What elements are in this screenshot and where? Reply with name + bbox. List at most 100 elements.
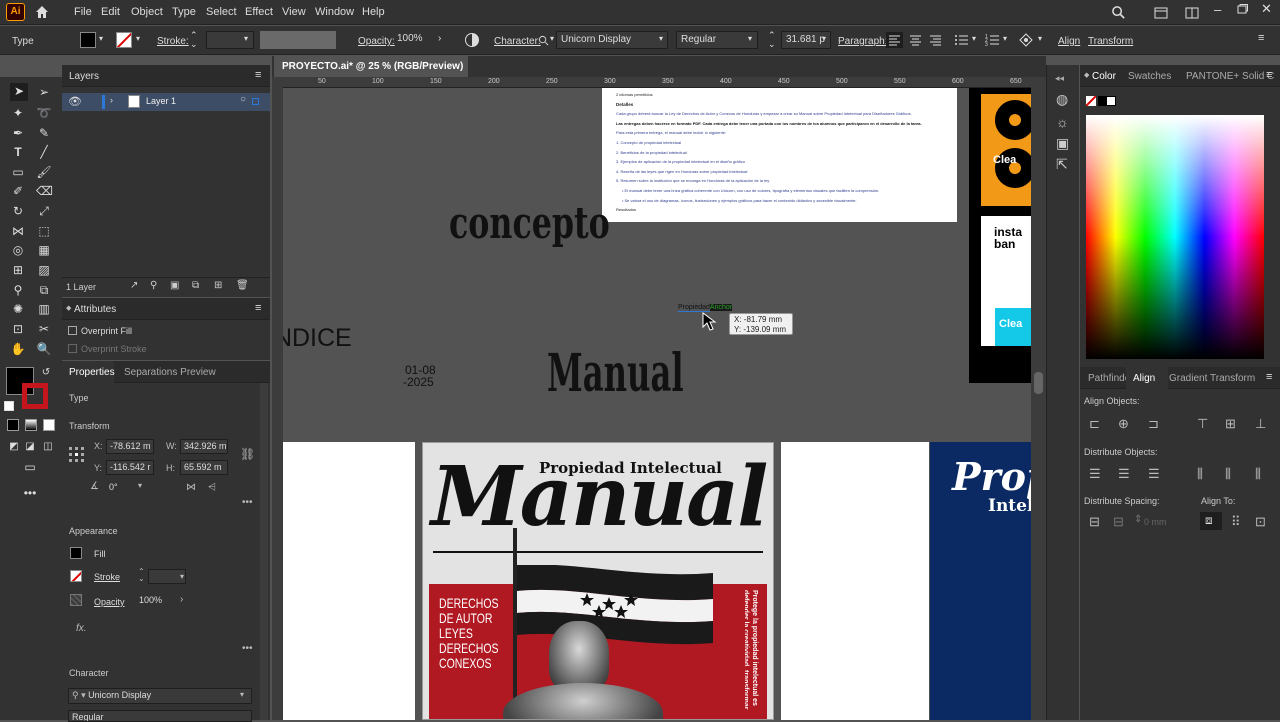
vertical-ruler[interactable] <box>272 77 283 720</box>
layer-row[interactable]: 👁 › Layer 1 ○ <box>62 93 270 111</box>
fill-swatch[interactable] <box>80 32 96 48</box>
distribute-right-icon[interactable]: ⫼ <box>1255 466 1261 482</box>
shaper-tool-icon[interactable]: ✐ <box>10 183 26 199</box>
h-input[interactable]: 65.592 m <box>180 460 228 475</box>
appearance-icon[interactable]: ☼ <box>1056 114 1069 130</box>
menu-window[interactable]: Window <box>315 6 354 18</box>
menu-edit[interactable]: Edit <box>101 6 120 18</box>
close-window-icon[interactable]: ✕ <box>1261 1 1272 17</box>
swatches-tab[interactable]: Swatches <box>1128 71 1171 82</box>
artboard-tool-icon[interactable]: ⊡ <box>10 321 26 337</box>
color-mode-icon[interactable] <box>7 419 19 431</box>
flip-vertical-icon[interactable]: ⩤ <box>208 482 216 493</box>
puppet-warp-icon[interactable] <box>1018 32 1034 48</box>
stroke-stepper-icon[interactable]: ⌃ ⌄ <box>138 568 145 583</box>
date-text-2[interactable]: -2025 <box>403 376 434 388</box>
chevron-down-icon[interactable]: ▾ <box>99 34 103 43</box>
symbol-sprayer-tool-icon[interactable]: ✺ <box>10 301 26 317</box>
menu-effect[interactable]: Effect <box>245 6 273 18</box>
mesh-tool-icon[interactable]: ⊞ <box>10 262 26 278</box>
locate-object-icon[interactable]: ⚲ <box>150 280 157 291</box>
eyedropper-tool-icon[interactable]: ⚲ <box>10 282 26 298</box>
canvas-vertical-scrollbar[interactable] <box>1031 77 1046 720</box>
panel-menu-icon[interactable]: ≡ <box>1266 69 1272 81</box>
lasso-tool-icon[interactable]: ➰ <box>36 105 52 121</box>
chevron-down-icon[interactable]: ▾ <box>240 690 244 699</box>
separations-preview-tab[interactable]: Separations Preview <box>124 367 216 378</box>
variable-width-profile[interactable] <box>260 31 336 49</box>
rectangle-tool-icon[interactable]: ▭ <box>10 164 26 180</box>
indice-text[interactable]: ÍNDICE <box>283 324 352 353</box>
horizontal-distribute-space-icon[interactable]: ⊟ <box>1113 514 1124 530</box>
selection-indicator[interactable] <box>252 98 259 105</box>
opacity-label[interactable]: Opacity: <box>358 36 395 47</box>
concepto-text[interactable]: concepto <box>449 198 610 249</box>
white-artboard-left[interactable] <box>283 442 415 720</box>
panel-menu-icon[interactable]: ≡ <box>255 302 261 314</box>
collapse-icon[interactable]: ◆ <box>66 304 71 312</box>
font-style-select[interactable]: Regular <box>68 710 252 722</box>
chevron-down-icon[interactable]: ▾ <box>550 34 554 43</box>
color-tab[interactable]: Color <box>1092 71 1116 82</box>
manual-text[interactable]: Manual <box>547 343 684 404</box>
zoom-tool-icon[interactable]: 🔍 <box>36 341 52 357</box>
chevron-down-icon[interactable]: ▾ <box>822 34 826 43</box>
font-style-select[interactable]: Regular <box>676 31 758 49</box>
layers-tab[interactable]: Layers <box>69 71 99 82</box>
column-graph-tool-icon[interactable]: ▥ <box>36 301 52 317</box>
cover-artboard[interactable]: Propiedad Intelectual Manual DERECHOS DE… <box>422 442 774 720</box>
stroke-swatch[interactable] <box>116 32 132 48</box>
spacing-input[interactable]: 0 mm <box>1144 515 1190 529</box>
more-options-icon[interactable]: ••• <box>242 643 253 654</box>
curvature-tool-icon[interactable]: ✎ <box>36 125 52 141</box>
align-top-edge-icon[interactable]: ⊤ <box>1197 416 1208 432</box>
flip-horizontal-icon[interactable]: ⋈ <box>186 482 196 493</box>
expand-chevron-icon[interactable]: › <box>110 95 113 105</box>
white-swatch[interactable] <box>1106 96 1116 106</box>
export-asset-icon[interactable]: ⇱ <box>1056 156 1068 173</box>
stroke-color-icon[interactable] <box>22 383 48 409</box>
overprint-stroke-checkbox[interactable] <box>68 344 77 353</box>
menu-select[interactable]: Select <box>206 6 237 18</box>
align-link[interactable]: Align <box>1058 36 1080 47</box>
graphic-styles-icon[interactable]: ▣ <box>1056 135 1069 152</box>
export-icon[interactable]: ↗ <box>130 280 138 291</box>
shape-builder-tool-icon[interactable]: ◎ <box>10 242 26 258</box>
home-icon[interactable] <box>34 4 50 20</box>
numbered-list-icon[interactable]: 123 <box>985 32 1001 48</box>
panel-menu-icon[interactable]: ≡ <box>255 69 261 81</box>
direct-selection-tool-icon[interactable]: ➢ <box>36 84 52 100</box>
new-layer-icon[interactable]: ⊞ <box>214 280 222 291</box>
default-colors-icon[interactable] <box>4 401 14 411</box>
align-to-artboard-icon[interactable]: ⊡ <box>1255 514 1266 530</box>
chevron-down-icon[interactable]: ▾ <box>1038 34 1042 43</box>
constrain-proportions-icon[interactable]: ⛓ <box>240 447 255 461</box>
paragraph-label[interactable]: Paragraph: <box>838 36 887 47</box>
align-bottom-edge-icon[interactable]: ⊥ <box>1255 416 1266 432</box>
target-circle-icon[interactable]: ○ <box>240 94 246 105</box>
draw-normal-icon[interactable]: ◩ <box>6 439 22 455</box>
properties-tab[interactable]: Properties <box>69 367 115 378</box>
chevron-right-icon[interactable]: › <box>438 33 441 44</box>
hand-tool-icon[interactable]: ✋ <box>10 341 26 357</box>
assignment-document[interactable]: 2 idiomas permitidos Detalles Cada grupo… <box>602 88 957 222</box>
transform-tab[interactable]: Transform <box>1210 373 1255 384</box>
panel-menu-icon[interactable]: ≡ <box>1258 32 1264 44</box>
chevron-down-icon[interactable]: ▾ <box>659 34 663 43</box>
overprint-fill-checkbox[interactable] <box>68 326 77 335</box>
rotate-tool-icon[interactable]: ↻ <box>10 203 26 219</box>
opacity-input[interactable]: 100% <box>393 31 435 49</box>
distribute-horizontal-center-icon[interactable]: ⫼ <box>1225 466 1231 482</box>
panel-menu-icon[interactable]: ≡ <box>1266 371 1272 383</box>
artboard-canvas[interactable]: 2 idiomas permitidos Detalles Cada grupo… <box>283 88 1031 720</box>
pathfinder-tab[interactable]: Pathfinde <box>1088 373 1130 384</box>
stroke-stepper-icon[interactable]: ⌃ ⌄ <box>190 31 198 49</box>
vertical-distribute-space-icon[interactable]: ⊟ <box>1089 514 1100 530</box>
gradient-tool-icon[interactable]: ▨ <box>36 262 52 278</box>
bullets-icon[interactable] <box>954 32 970 48</box>
fx-icon[interactable]: fx. <box>76 623 87 634</box>
pen-tool-icon[interactable]: ✒ <box>10 125 26 141</box>
draw-behind-icon[interactable]: ◪ <box>22 439 38 455</box>
collapse-icon[interactable]: ◂◂ <box>1055 73 1064 84</box>
align-horizontal-center-icon[interactable]: ⊕ <box>1118 416 1129 432</box>
